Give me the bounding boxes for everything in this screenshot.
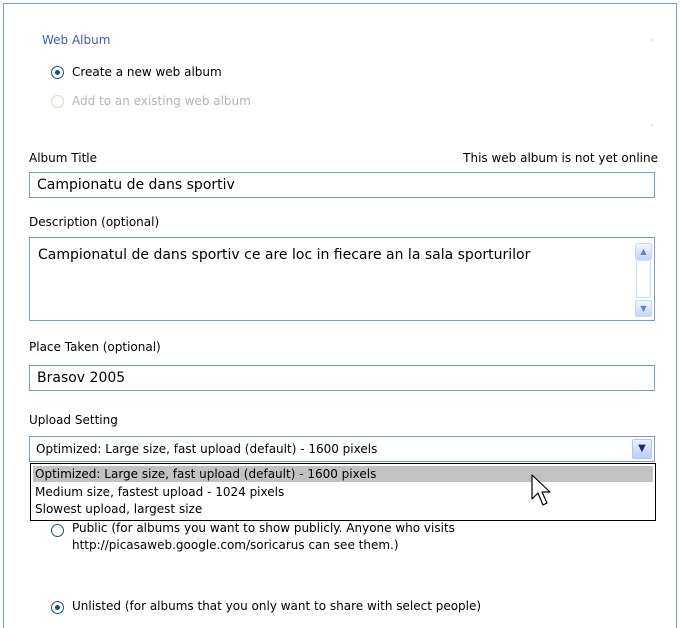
scrollbar-thumb[interactable] [636,260,651,298]
upload-setting-dropdown-list[interactable]: Optimized: Large size, fast upload (defa… [30,463,656,521]
group-corner-dot [651,124,653,126]
description-textarea[interactable]: Campionatul de dans sportiv ce are loc i… [29,237,655,321]
album-title-input[interactable]: Campionatu de dans sportiv [29,172,655,198]
upload-setting-label: Upload Setting [29,413,118,427]
mouse-pointer-icon [531,474,551,506]
create-new-album-label[interactable]: Create a new web album [72,65,222,79]
group-corner-dot [651,39,653,41]
dropdown-option-medium[interactable]: Medium size, fastest upload - 1024 pixel… [33,484,653,500]
public-option-url[interactable]: http://picasaweb.google.com/soricarus ca… [72,537,399,554]
upload-setting-select[interactable]: Optimized: Large size, fast upload (defa… [29,436,655,462]
dropdown-option-optimized[interactable]: Optimized: Large size, fast upload (defa… [33,466,653,482]
unlisted-option-label[interactable]: Unlisted (for albums that you only want … [72,598,481,615]
description-text[interactable]: Campionatul de dans sportiv ce are loc i… [38,247,530,263]
scroll-down-arrow-icon[interactable]: ▼ [635,300,652,317]
public-option-label[interactable]: Public (for albums you want to show publ… [72,520,455,537]
description-scrollbar[interactable]: ▲ ▼ [635,240,652,318]
add-existing-album-label: Add to an existing web album [72,94,251,108]
web-album-section-title: Web Album [42,33,111,47]
chevron-down-icon[interactable]: ▼ [632,439,652,459]
public-radio[interactable] [51,524,64,537]
create-new-album-radio[interactable] [51,66,64,79]
scroll-up-arrow-icon[interactable]: ▲ [635,243,652,260]
description-label: Description (optional) [29,215,160,229]
unlisted-radio[interactable] [51,601,64,614]
album-title-label: Album Title [29,151,97,165]
album-online-status: This web album is not yet online [463,151,658,165]
add-existing-album-radio [51,95,64,108]
place-taken-label: Place Taken (optional) [29,340,161,354]
upload-setting-value[interactable]: Optimized: Large size, fast upload (defa… [36,442,377,456]
place-taken-input[interactable]: Brasov 2005 [29,365,655,391]
dropdown-option-slowest[interactable]: Slowest upload, largest size [33,501,653,517]
